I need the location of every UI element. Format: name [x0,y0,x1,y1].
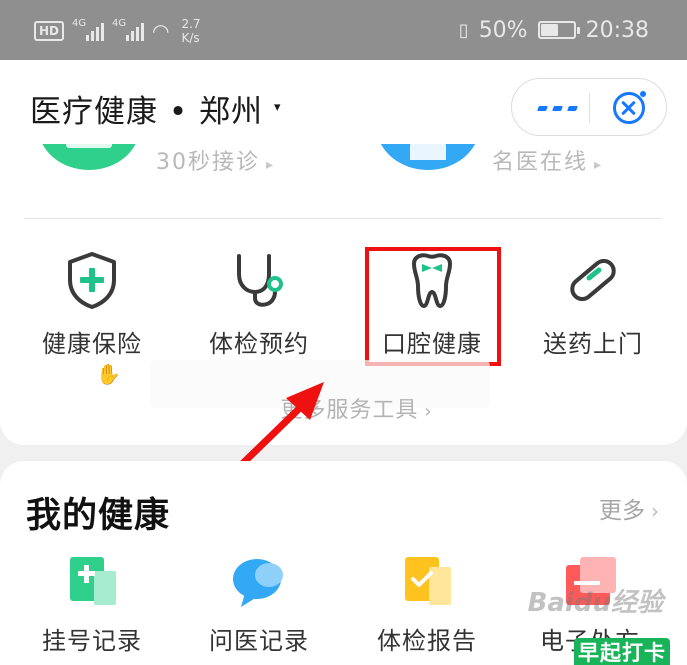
registration-record-icon [70,557,116,605]
hand-cursor-icon: ✋ [96,362,121,386]
divider [24,218,662,219]
service-label: 健康保险 [42,330,142,358]
baidu-watermark: Baidu经验 [527,588,663,618]
chat-bubble-icon [233,559,283,607]
capsule-divider [589,93,590,123]
mini-program-capsule [511,78,667,136]
checkup-report-icon [405,557,451,605]
annotation-highlight-box [365,247,501,366]
battery-fill [540,24,558,36]
section-title: 我的健康 [26,496,171,536]
signal-icon-2: 4G [112,18,145,41]
my-health-more-link[interactable]: 更多 › [599,491,659,525]
quick-consult-subtitle: 30秒接诊 ▸ [156,150,276,175]
service-health-insurance[interactable]: 健康保险 [17,250,167,360]
wifi-icon: ◠ [152,19,170,43]
featured-row-partial: 30秒接诊 ▸ 名医在线 ▸ [0,144,687,180]
quick-consult-icon[interactable] [38,144,140,170]
health-label: 体检报告 [377,627,477,655]
more-service-tools-link[interactable]: 更多服务工具 › [0,392,687,424]
health-label: 挂号记录 [42,627,142,655]
pill-capsule-icon [570,259,616,301]
signal-icon: 4G [72,18,105,41]
close-miniprogram-icon[interactable] [613,92,645,124]
health-registration-records[interactable]: 挂号记录 [17,557,167,665]
battery-icon [537,21,580,39]
service-label: 体检预约 [209,330,309,358]
my-health-card: 我的健康 更多 › 挂号记录 问医记录 体检报告 [0,461,687,665]
stethoscope-icon [237,254,283,307]
service-label: 送药上门 [543,330,643,358]
service-checkup-booking[interactable]: 体检预约 [184,250,334,360]
hd-badge: HD [34,21,65,41]
health-consult-records[interactable]: 问医记录 [184,557,334,665]
network-speed: 2.7 K/s [181,17,201,45]
more-options-icon[interactable] [536,99,578,117]
famous-doctor-icon[interactable] [376,144,480,170]
vibrate-icon: ▯ [458,19,469,41]
city-dropdown-icon[interactable]: ▾ [274,100,281,115]
famous-doctor-subtitle: 名医在线 ▸ [492,150,604,175]
status-bar: HD 4G 4G ◠ 2.7 K/s ▯ 50% 20:38 [0,0,687,60]
page-title: 医疗健康 • 郑州 [30,94,263,130]
service-medicine-delivery[interactable]: 送药上门 [518,250,668,360]
clock: 20:38 [585,17,649,43]
close-dot [640,91,646,97]
battery-percent: 50% [478,17,528,43]
status-left: HD 4G 4G ◠ 2.7 K/s [34,16,201,46]
shield-plus-icon [68,252,116,309]
health-checkup-reports[interactable]: 体检报告 [352,557,502,665]
early-checkin-button[interactable]: 早起打卡 [574,638,670,665]
health-label: 问医记录 [209,627,309,655]
services-card: 医疗健康 • 郑州 ▾ 30秒接诊 ▸ 名医在线 ▸ 健康保险 体检预约 口腔健… [0,60,687,445]
status-right: ▯ 50% 20:38 [459,14,649,46]
